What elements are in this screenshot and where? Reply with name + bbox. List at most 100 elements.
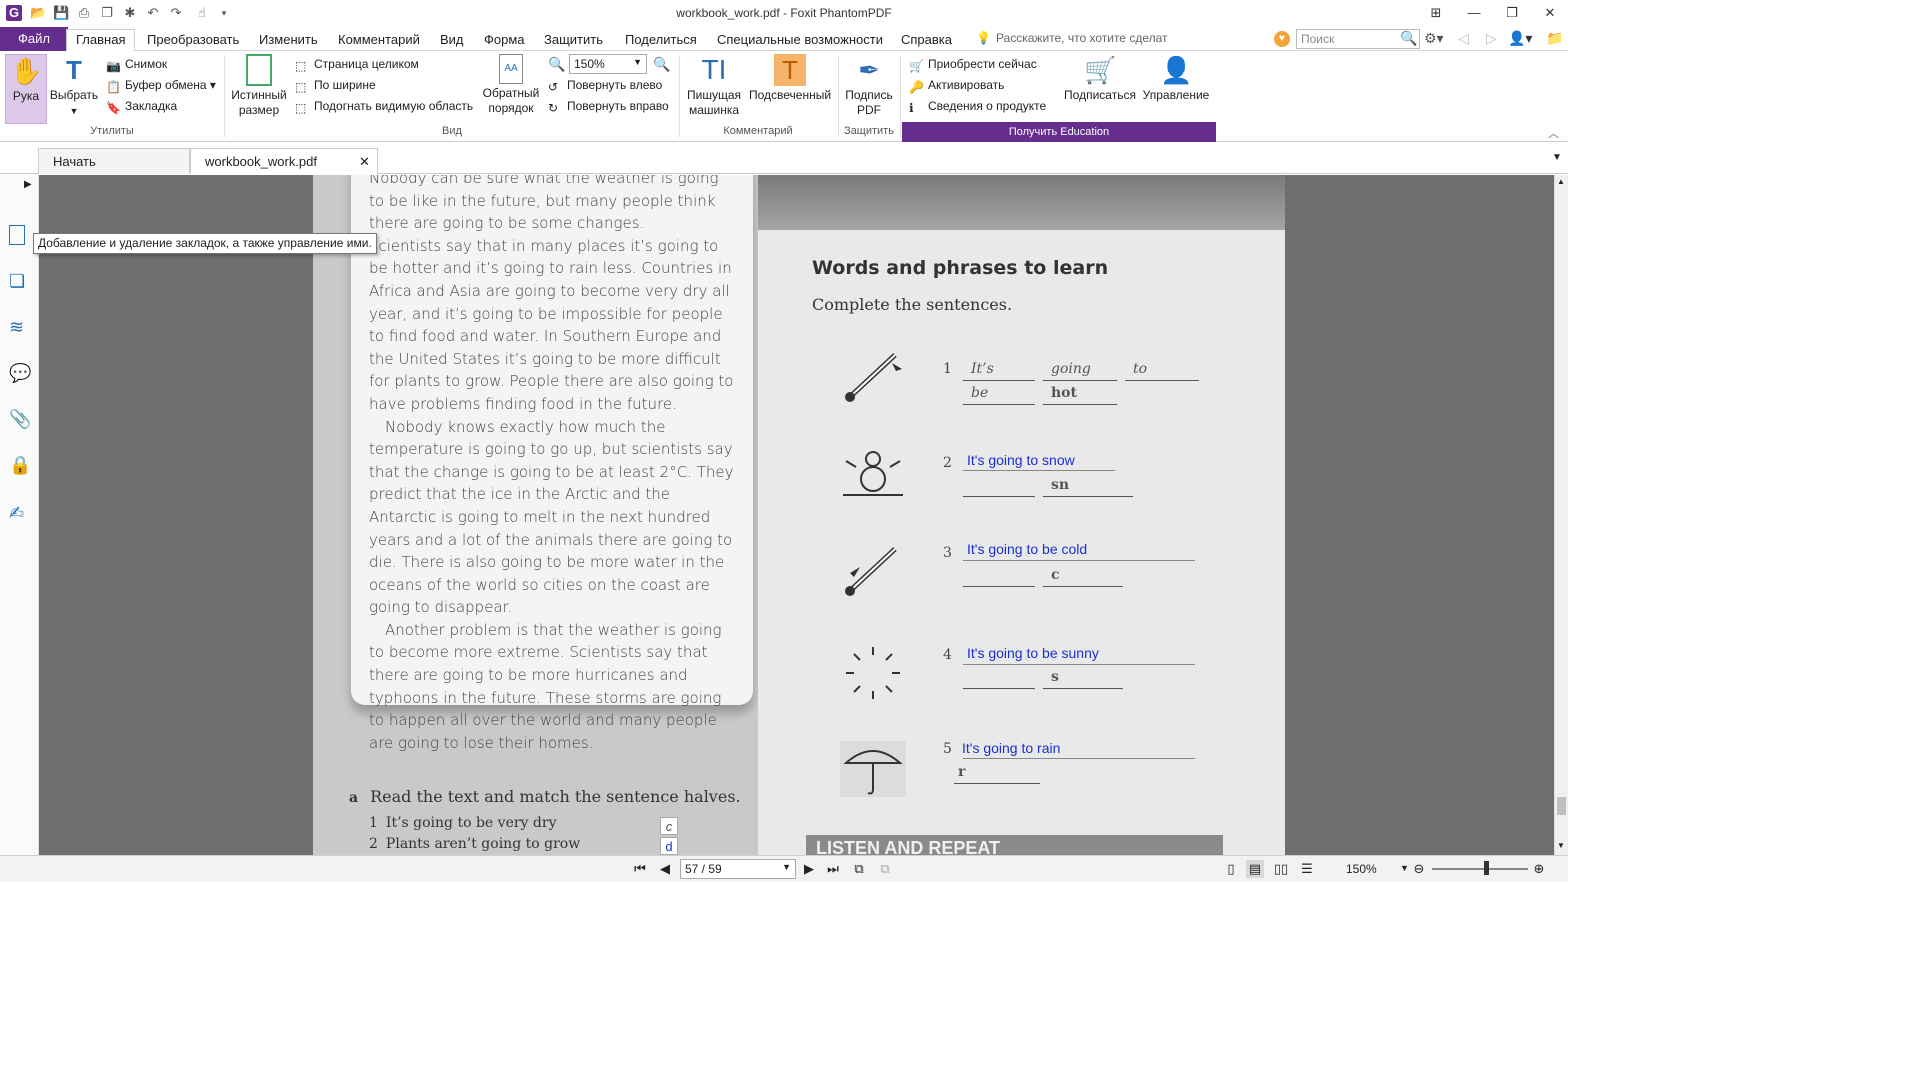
window-title: workbook_work.pdf - Foxit PhantomPDF — [676, 6, 892, 20]
search-icon[interactable]: 🔍 — [1400, 30, 1417, 47]
fit-width-button[interactable]: ⬚ По ширине — [295, 77, 376, 94]
single-page-view-icon[interactable]: ▯ — [1222, 860, 1240, 878]
zoom-dropdown-icon[interactable]: ▼ — [1400, 863, 1409, 873]
tab-convert[interactable]: Преобразовать — [138, 30, 248, 51]
vertical-scrollbar[interactable]: ▲ ▼ — [1554, 175, 1568, 855]
tab-list-dropdown-icon[interactable]: ▼ — [1552, 152, 1562, 163]
typed-answer[interactable]: It's going to be cold — [967, 541, 1087, 557]
tab-document[interactable]: workbook_work.pdf ✕ — [190, 148, 378, 174]
scroll-thumb[interactable] — [1557, 797, 1566, 815]
answer-hint[interactable]: sn — [1043, 477, 1133, 497]
user-account-icon[interactable]: 👤▾ — [1508, 30, 1532, 47]
answer-blank[interactable] — [963, 669, 1035, 689]
answer-blank[interactable] — [963, 567, 1035, 587]
previous-view-icon[interactable]: ⧉ — [850, 860, 868, 878]
tab-edit[interactable]: Изменить — [250, 30, 327, 51]
subscribe-button[interactable]: 🛒 Подписаться — [1060, 54, 1140, 103]
hand-tool-button[interactable]: ✋ Рука — [5, 54, 47, 124]
answer-blank[interactable]: to — [1125, 361, 1199, 381]
scroll-down-icon[interactable]: ▼ — [1557, 841, 1565, 850]
comments-panel-icon[interactable]: 💬 — [9, 363, 31, 385]
tell-me-box[interactable]: 💡 Расскажите, что хотите сделат — [976, 31, 1168, 45]
actual-size-button[interactable]: Истинный размер — [228, 54, 290, 118]
pages-panel-icon[interactable]: ❏ — [9, 271, 31, 293]
previous-page-icon[interactable]: ◀ — [656, 860, 674, 878]
typed-answer[interactable]: It's going to be sunny — [967, 645, 1099, 661]
page-number-input[interactable]: 57 / 59 ▼ — [680, 859, 796, 879]
product-info-button[interactable]: ℹ Сведения о продукте — [909, 98, 1046, 115]
security-lock-icon[interactable]: 🔒 — [9, 455, 31, 477]
match-answer-box-1[interactable]: c — [660, 817, 678, 835]
next-page-icon[interactable]: ▶ — [800, 860, 818, 878]
settings-gear-icon[interactable]: ⚙▾ — [1424, 30, 1444, 47]
zoom-out-icon[interactable]: 🔍 — [548, 56, 565, 73]
typed-answer[interactable]: It's going to rain — [962, 740, 1060, 756]
rotate-right-button[interactable]: ↻ Повернуть вправо — [548, 98, 669, 115]
answer-hint[interactable]: s — [1043, 669, 1123, 689]
folder-share-icon[interactable]: 📁 — [1546, 30, 1563, 47]
expand-panel-icon[interactable]: ▶ — [24, 179, 32, 190]
zoom-slider[interactable] — [1432, 868, 1528, 870]
attachments-panel-icon[interactable]: 📎 — [9, 409, 31, 431]
scroll-up-icon[interactable]: ▲ — [1557, 177, 1565, 186]
maximize-button[interactable]: ❐ — [1494, 2, 1530, 24]
answer-blank[interactable]: It’s — [963, 361, 1035, 381]
clipboard-button[interactable]: 📋 Буфер обмена ▾ — [106, 77, 216, 94]
answer-blank[interactable]: going — [1043, 361, 1117, 381]
highlight-button[interactable]: T Подсвеченный — [747, 54, 833, 103]
answer-hint[interactable]: r — [954, 764, 1040, 784]
last-page-icon[interactable]: ⏭ — [824, 860, 842, 878]
buy-now-button[interactable]: 🛒 Приобрести сейчас — [909, 56, 1037, 73]
zoom-in-button-icon[interactable]: ⊕ — [1530, 860, 1548, 878]
zoom-slider-handle[interactable] — [1484, 861, 1489, 875]
feedback-icon[interactable]: ♥ — [1274, 31, 1290, 47]
answer-blank[interactable]: be — [963, 385, 1035, 405]
forward-icon[interactable]: ▷ — [1486, 30, 1497, 47]
answer-hint[interactable]: c — [1043, 567, 1123, 587]
zoom-in-icon[interactable]: 🔍 — [653, 56, 670, 73]
select-tool-button[interactable]: T Выбрать ▼ — [49, 54, 99, 119]
zoom-level-display[interactable]: 150% — [1346, 862, 1377, 876]
reverse-order-button[interactable]: AA Обратный порядок — [480, 54, 542, 116]
collapse-ribbon-icon[interactable]: ︿ — [1548, 125, 1559, 141]
answer-blank[interactable]: hot — [1043, 385, 1117, 405]
tab-start-page[interactable]: Начать — [38, 148, 190, 174]
activate-button[interactable]: 🔑 Активировать — [909, 77, 1004, 94]
tab-home[interactable]: Главная — [66, 29, 136, 52]
first-page-icon[interactable]: ⏮ — [631, 860, 649, 878]
layers-panel-icon[interactable]: ≋ — [9, 317, 31, 339]
close-window-button[interactable]: ✕ — [1532, 2, 1568, 24]
close-tab-icon[interactable]: ✕ — [359, 149, 370, 175]
file-menu-tab[interactable]: Файл — [0, 27, 68, 51]
answer-blank[interactable] — [963, 477, 1035, 497]
continuous-facing-view-icon[interactable]: ☰ — [1298, 860, 1316, 878]
typewriter-button[interactable]: TI Пишущая машинка — [684, 54, 744, 118]
sign-pdf-button[interactable]: ✒ Подпись PDF — [842, 54, 896, 118]
zoom-out-button-icon[interactable]: ⊖ — [1410, 860, 1428, 878]
match-answer-box-2[interactable]: d — [660, 837, 678, 855]
signature-panel-icon[interactable]: ✍ — [9, 503, 31, 525]
zoom-select[interactable]: 150% ▼ — [569, 54, 647, 74]
back-icon[interactable]: ◁ — [1458, 30, 1469, 47]
tab-protect[interactable]: Защитить — [535, 30, 612, 51]
bookmarks-panel-icon[interactable] — [9, 225, 25, 245]
tab-share[interactable]: Поделиться — [616, 30, 706, 51]
document-viewport[interactable]: Nobody can be sure what the weather is g… — [39, 175, 1554, 855]
manage-button[interactable]: 👤 Управление — [1141, 54, 1211, 103]
minimize-button[interactable]: — — [1456, 2, 1492, 24]
tab-view[interactable]: Вид — [431, 30, 473, 51]
tab-comment[interactable]: Комментарий — [329, 30, 429, 51]
bookmark-button[interactable]: 🔖 Закладка — [106, 98, 177, 115]
typed-answer[interactable]: It's going to snow — [967, 452, 1075, 468]
snapshot-button[interactable]: 📷 Снимок — [106, 56, 167, 73]
fit-visible-button[interactable]: ⬚ Подогнать видимую область — [295, 98, 473, 115]
fit-page-button[interactable]: ⬚ Страница целиком — [295, 56, 419, 73]
rotate-left-button[interactable]: ↺ Повернуть влево — [548, 77, 662, 94]
facing-view-icon[interactable]: ▯▯ — [1272, 860, 1290, 878]
tab-accessibility[interactable]: Специальные возможности — [708, 30, 892, 51]
continuous-view-icon[interactable]: ▤ — [1246, 860, 1264, 878]
ribbon-display-options-icon[interactable]: ⊞ — [1418, 2, 1454, 24]
next-view-icon[interactable]: ⧉ — [876, 860, 894, 878]
tab-form[interactable]: Форма — [475, 30, 534, 51]
tab-help[interactable]: Справка — [892, 30, 961, 51]
